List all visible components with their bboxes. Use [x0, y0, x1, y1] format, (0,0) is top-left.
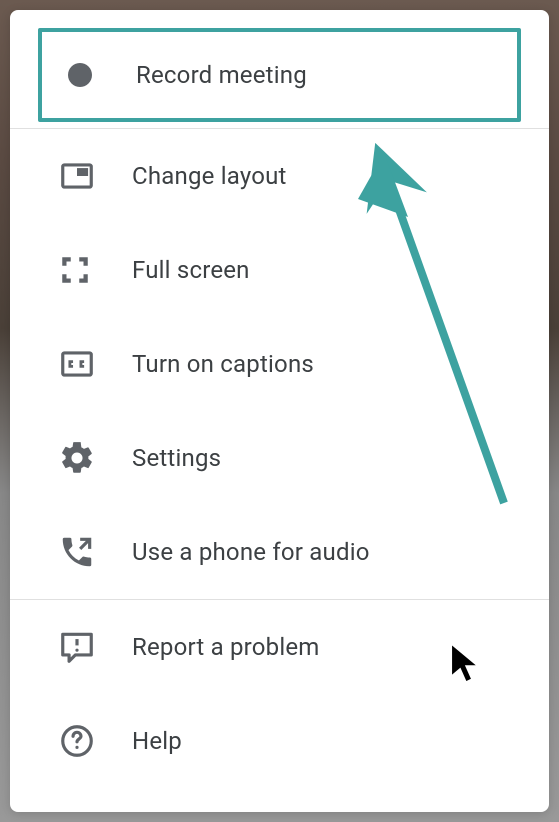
- captions-icon: [58, 345, 106, 383]
- menu-item-label: Record meeting: [136, 61, 307, 89]
- menu-item-label: Help: [132, 727, 182, 755]
- menu-item-label: Report a problem: [132, 633, 320, 661]
- options-menu: Record meeting Change layout Full screen…: [10, 10, 549, 812]
- feedback-icon: [58, 628, 106, 666]
- menu-item-use-phone-audio[interactable]: Use a phone for audio: [10, 505, 549, 599]
- menu-item-help[interactable]: Help: [10, 694, 549, 788]
- phone-audio-icon: [58, 533, 106, 571]
- menu-item-label: Change layout: [132, 162, 287, 190]
- menu-item-record-meeting[interactable]: Record meeting: [38, 28, 521, 122]
- menu-item-label: Full screen: [132, 256, 250, 284]
- menu-item-change-layout[interactable]: Change layout: [10, 129, 549, 223]
- fullscreen-icon: [58, 253, 106, 287]
- menu-item-label: Settings: [132, 444, 221, 472]
- help-icon: [58, 722, 106, 760]
- record-icon: [62, 57, 110, 93]
- menu-item-label: Turn on captions: [132, 350, 314, 378]
- gear-icon: [58, 439, 106, 477]
- menu-item-full-screen[interactable]: Full screen: [10, 223, 549, 317]
- layout-icon: [58, 157, 106, 195]
- menu-item-report-problem[interactable]: Report a problem: [10, 600, 549, 694]
- menu-item-settings[interactable]: Settings: [10, 411, 549, 505]
- menu-item-turn-on-captions[interactable]: Turn on captions: [10, 317, 549, 411]
- menu-item-label: Use a phone for audio: [132, 538, 370, 566]
